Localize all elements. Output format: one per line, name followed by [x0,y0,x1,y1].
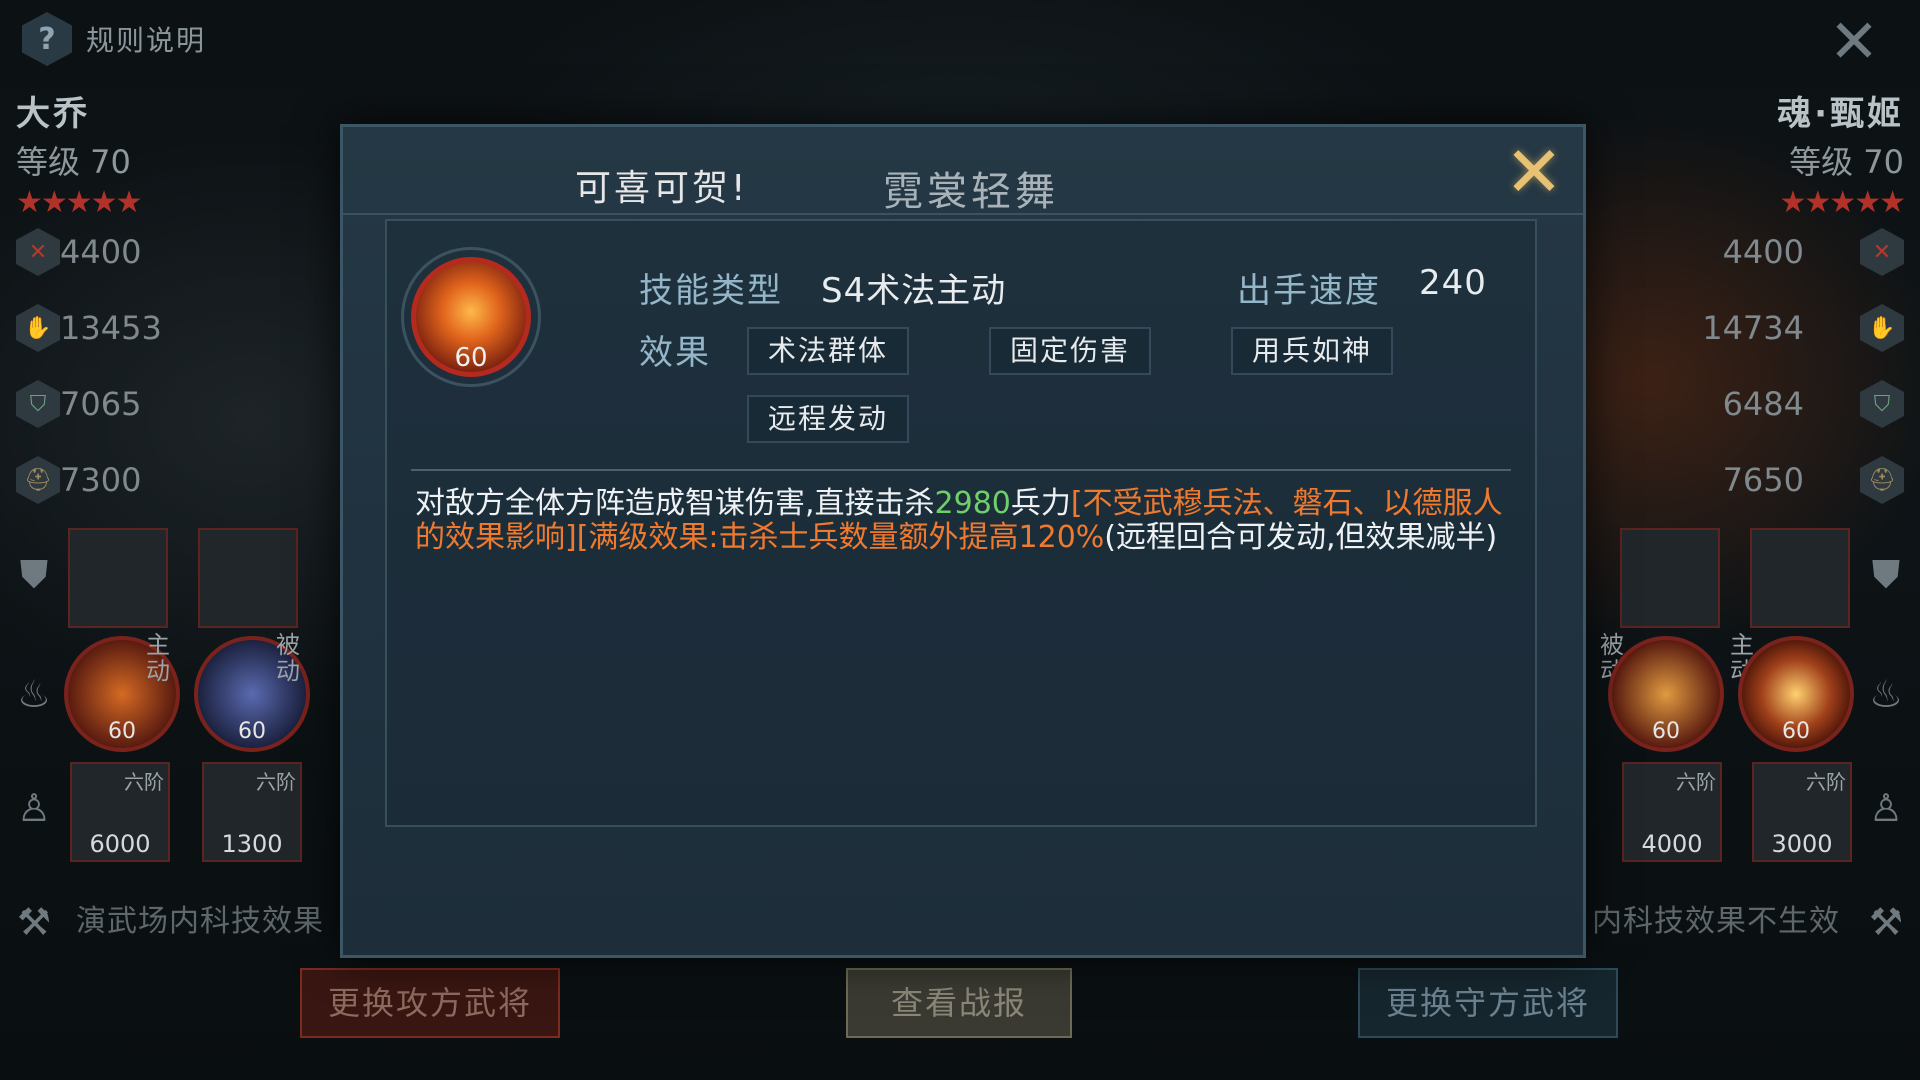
skill-type-badge: 主动 [146,631,170,685]
view-report-button[interactable]: 查看战报 [846,968,1072,1038]
helmet-icon: ⛑ [16,456,60,504]
stat-attack-value: 4400 [60,233,142,271]
question-icon: ? [22,12,72,66]
desc-text: 兵力 [1010,486,1071,521]
tech-icon: ⚒ [16,900,52,944]
effect-tag: 术法群体 [747,327,909,375]
troop-rank: 六阶 [1806,770,1846,794]
defender-stats: 4400 ✕ 14734 ✋ 6484 ⛉ 7650 ⛑ [1564,214,1904,518]
stat-leadership-value: 7650 [1722,461,1804,499]
close-icon[interactable]: ✕ [1824,12,1884,72]
equipment-row-icon: ⛊ [1871,552,1901,596]
defender-panel: 魂·甄姬 等级 70 ★★★★★ [1564,86,1906,220]
attacker-level: 等级 70 [16,143,131,181]
close-icon[interactable]: ✕ [1503,137,1565,207]
skill-row-icon: ♨ [1868,672,1904,716]
troop-count: 4000 [1641,830,1703,858]
tech-icon: ⚒ [1868,900,1904,944]
equipment-slot-armor[interactable] [1620,528,1720,628]
stat-row-intellect: 14734 ✋ [1564,290,1904,366]
stat-row-defense: 6484 ⛉ [1564,366,1904,442]
change-attacker-button[interactable]: 更换攻方武将 [300,968,560,1038]
troop-rank: 六阶 [1676,770,1716,794]
defender-skill-1[interactable]: 60 [1608,636,1724,752]
skill-row-icon: ♨ [16,672,52,716]
troop-count: 1300 [221,830,283,858]
attacker-troop-2[interactable]: 六阶 1300 [202,762,302,862]
skill-level: 60 [238,719,266,744]
rules-label: 规则说明 [86,24,207,57]
tech-note-right: 内科技效果不生效 [1592,904,1840,939]
desc-text: (远程回合可发动,但效果减半) [1104,520,1498,555]
stat-row-attack: 4400 ✕ [1564,214,1904,290]
attacker-name: 大乔 [16,94,90,134]
defender-skill-2[interactable]: 60 [1738,636,1854,752]
equipment-slot-weapon[interactable] [68,528,168,628]
defender-level: 等级 70 [1789,143,1904,181]
skill-description: 对敌方全体方阵造成智谋伤害,直接击杀2980兵力[不受武穆兵法、磐石、以德服人的… [415,487,1505,555]
skill-type-value: S4术法主动 [821,271,1007,311]
skill-level: 60 [1652,719,1680,744]
troop-count: 6000 [89,830,151,858]
intellect-icon: ✋ [1860,304,1904,352]
speed-value: 240 [1419,263,1487,303]
stat-intellect-value: 14734 [1702,309,1804,347]
attacker-panel: 大乔 等级 70 ★★★★★ [16,86,356,220]
defender-troop-2[interactable]: 六阶 3000 [1752,762,1852,862]
skill-type-badge: 被动 [276,631,300,685]
troop-rank: 六阶 [256,770,296,794]
shield-icon: ⛉ [16,380,60,428]
stat-defense-value: 7065 [60,385,142,423]
troop-row-icon: ♙ [1868,786,1904,830]
stat-intellect-value: 13453 [60,309,162,347]
tech-note-left: 演武场内科技效果 [76,904,324,939]
attacker-stats: ✕ 4400 ✋ 13453 ⛉ 7065 ⛑ 7300 [16,214,356,518]
stat-defense-value: 6484 [1722,385,1804,423]
attack-icon: ✕ [16,228,60,276]
effect-tag: 用兵如神 [1231,327,1393,375]
equipment-slot-instrument[interactable] [1750,528,1850,628]
divider [411,469,1511,471]
skill-emblem: 60 [401,247,541,387]
equipment-slot-armor[interactable] [198,528,298,628]
skill-type-label: 技能类型 [639,271,783,311]
defender-troop-1[interactable]: 六阶 4000 [1622,762,1722,862]
rules-button[interactable]: ? 规则说明 [22,12,206,66]
skill-level: 60 [1782,719,1810,744]
equipment-row-icon: ⛊ [19,552,49,596]
effect-label: 效果 [639,333,711,373]
skill-level: 60 [454,343,488,373]
skill-detail-modal: 可喜可贺! 霓裳轻舞 ✕ 60 技能类型 S4术法主动 出手速度 240 效果 … [340,124,1586,958]
shield-icon: ⛉ [1860,380,1904,428]
effect-tag: 远程发动 [747,395,909,443]
attacker-troop-1[interactable]: 六阶 6000 [70,762,170,862]
skill-name: 霓裳轻舞 [883,169,1059,215]
change-defender-button[interactable]: 更换守方武将 [1358,968,1618,1038]
attack-icon: ✕ [1860,228,1904,276]
stat-row-leadership: 7650 ⛑ [1564,442,1904,518]
troop-rank: 六阶 [124,770,164,794]
effect-tag: 固定伤害 [989,327,1151,375]
speed-label: 出手速度 [1237,271,1381,311]
stat-row-intellect: ✋ 13453 [16,290,356,366]
helmet-icon: ⛑ [1860,456,1904,504]
desc-text: 对敌方全体方阵造成智谋伤害,直接击杀 [415,486,935,521]
stat-row-defense: ⛉ 7065 [16,366,356,442]
stat-row-leadership: ⛑ 7300 [16,442,356,518]
intellect-icon: ✋ [16,304,60,352]
defender-name: 魂·甄姬 [1777,94,1904,134]
troop-count: 3000 [1771,830,1833,858]
troop-row-icon: ♙ [16,786,52,830]
skill-level: 60 [108,719,136,744]
congrats-banner: 可喜可贺! [575,168,749,209]
stat-row-attack: ✕ 4400 [16,214,356,290]
stat-leadership-value: 7300 [60,461,142,499]
desc-kill-number: 2980 [934,486,1011,521]
stat-attack-value: 4400 [1722,233,1804,271]
